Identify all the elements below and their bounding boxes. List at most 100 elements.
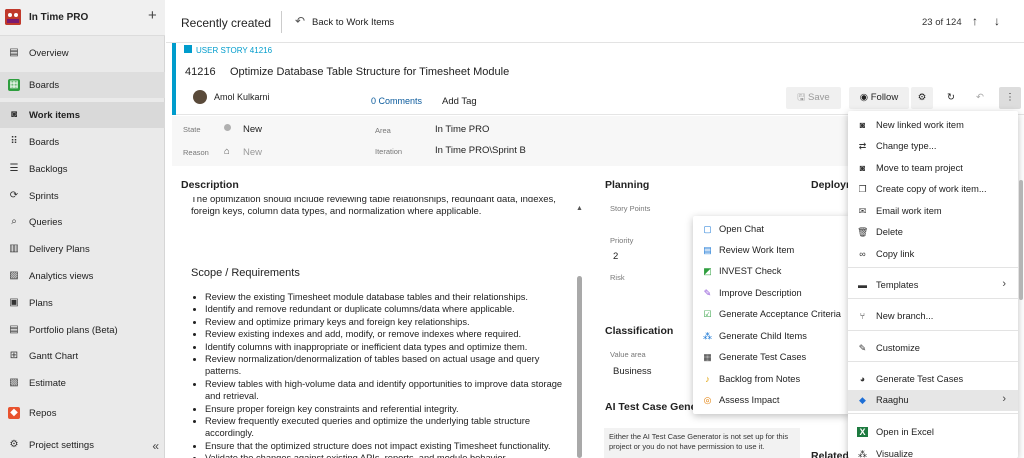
sidebar-item-portfolio[interactable]: ▤ Portfolio plans (Beta) [0, 317, 165, 343]
sidebar-item-work-items[interactable]: ◙ Work items [0, 102, 165, 128]
submenu-item-test-cases[interactable]: ▦ Generate Test Cases [693, 347, 850, 368]
previous-item-arrow-icon[interactable]: ↑ [972, 14, 978, 28]
sidebar-item-label: Plans [29, 298, 53, 309]
refresh-icon[interactable]: ↻ [941, 87, 961, 109]
sidebar-item-backlogs[interactable]: ☰ Backlogs [0, 156, 165, 182]
link-icon: ∞ [859, 249, 866, 259]
submenu-item-invest[interactable]: ◩ INVEST Check [693, 261, 850, 282]
iteration-label: Iteration [375, 147, 403, 156]
submenu-item-chat[interactable]: ▢ Open Chat [693, 219, 850, 240]
menu-item-excel[interactable]: X Open in Excel [848, 422, 1018, 443]
submenu-item-review[interactable]: ▤ Review Work Item [693, 240, 850, 261]
save-button[interactable]: 🖫 Save [786, 87, 841, 109]
submenu-item-label: Generate Child Items [719, 331, 807, 341]
impact-icon: ◎ [703, 395, 712, 405]
sidebar-item-estimate[interactable]: ▧ Estimate [0, 370, 165, 396]
sidebar: In Time PRO + ▤ Overview ▦ Boards ◙ Work item… [0, 0, 165, 458]
submenu-item-label: INVEST Check [719, 266, 782, 276]
sidebar-item-queries[interactable]: ⌕ Queries [0, 209, 165, 235]
scroll-up-icon[interactable]: ▲ [576, 205, 583, 212]
repos-icon: ◆ [8, 407, 20, 419]
submenu-item-child-items[interactable]: ⁂ Generate Child Items [693, 326, 850, 347]
menu-divider [848, 413, 1018, 414]
list-item: Review tables with high-volume data and … [205, 378, 575, 403]
submenu-item-label: Assess Impact [719, 395, 780, 405]
menu-item-move[interactable]: ◙ Move to team project [848, 158, 1018, 179]
iteration-field[interactable]: In Time PRO\Sprint B [435, 145, 526, 156]
menu-item-customize[interactable]: ✎ Customize [848, 338, 1018, 359]
sidebar-item-settings[interactable]: ⚙ Project settings « [0, 432, 165, 458]
project-name[interactable]: In Time PRO [29, 12, 88, 23]
menu-item-visualize[interactable]: ⁂ Visualize [848, 444, 1018, 458]
raaghu-icon: ◆ [859, 395, 866, 405]
planning-heading: Planning [605, 179, 650, 191]
state-field[interactable]: New [243, 124, 262, 135]
work-item-type-accent [172, 43, 176, 115]
submenu-item-acceptance[interactable]: ☑ Generate Acceptance Criteria [693, 304, 850, 325]
undo-icon[interactable]: ↶ [970, 87, 990, 109]
add-project-button[interactable]: + [148, 7, 157, 24]
description-text: The optimization should include reviewin… [191, 197, 556, 217]
templates-icon: ▬ [858, 280, 867, 290]
reason-field[interactable]: New [243, 147, 262, 158]
sidebar-item-gantt[interactable]: ⊞ Gantt Chart [0, 343, 165, 369]
menu-item-copy[interactable]: ❐ Create copy of work item... [848, 179, 1018, 200]
menu-item-delete[interactable]: 🗑 Delete [848, 222, 1018, 243]
menu-item-email[interactable]: ✉ Email work item [848, 201, 1018, 222]
list-item: Review the existing Timesheet module dat… [205, 291, 575, 303]
menu-item-label: Generate Test Cases [876, 374, 964, 384]
follow-button[interactable]: ◉ Follow [849, 87, 909, 109]
page-scrollbar[interactable] [1019, 180, 1023, 300]
menu-divider [848, 267, 1018, 268]
sidebar-item-label: Project settings [29, 440, 94, 451]
invest-icon: ◩ [703, 266, 712, 276]
menu-item-label: Delete [876, 227, 903, 237]
menu-item-raaghu[interactable]: ◆ Raaghu › [848, 390, 1018, 411]
work-item-type: USER STORY 41216 [196, 46, 273, 55]
comments-link[interactable]: 0 Comments [371, 96, 422, 106]
menu-item-new-linked[interactable]: ◙ New linked work item [848, 115, 1018, 136]
collapse-sidebar-icon[interactable]: « [152, 439, 159, 453]
area-field[interactable]: In Time PRO [435, 124, 489, 135]
menu-item-generate[interactable]: ◕ Generate Test Cases [848, 369, 1018, 390]
next-item-arrow-icon[interactable]: ↓ [994, 14, 1000, 28]
back-arrow-icon[interactable]: ↶ [295, 14, 305, 28]
delete-icon: 🗑 [857, 227, 869, 237]
top-bar: Recently created ↶ Back to Work Items 23… [166, 0, 1024, 43]
value-area-field[interactable]: Business [613, 366, 652, 377]
eye-icon: ◉ [859, 92, 871, 103]
priority-field[interactable]: 2 [613, 251, 618, 262]
menu-item-link[interactable]: ∞ Copy link [848, 244, 1018, 265]
recently-created-dropdown[interactable]: Recently created [181, 16, 271, 30]
sidebar-item-sprints[interactable]: ⟳ Sprints [0, 183, 165, 209]
sidebar-item-overview[interactable]: ▤ Overview [0, 40, 165, 66]
project-logo-icon [5, 9, 21, 25]
description-scrollbar[interactable] [577, 276, 582, 458]
gear-icon[interactable]: ⚙ [911, 87, 933, 109]
submenu-item-label: Review Work Item [719, 245, 795, 255]
submenu-item-notes[interactable]: ♪ Backlog from Notes [693, 369, 850, 390]
sidebar-item-boards[interactable]: ▦ Boards [0, 72, 165, 98]
menu-item-change-type[interactable]: ⇄ Change type... [848, 136, 1018, 157]
work-items-icon: ◙ [10, 109, 18, 120]
description-editor[interactable]: The optimization should include reviewin… [181, 197, 586, 458]
submenu-item-improve[interactable]: ✎ Improve Description [693, 283, 850, 304]
assignee[interactable]: Amol Kulkarni [214, 92, 270, 102]
menu-item-templates[interactable]: ▬ Templates › [848, 275, 1018, 296]
menu-item-branch[interactable]: ⑂ New branch... [848, 306, 1018, 327]
sidebar-item-board[interactable]: ⠿ Boards [0, 129, 165, 155]
submenu-item-impact[interactable]: ◎ Assess Impact [693, 390, 850, 411]
sidebar-item-repos[interactable]: ◆ Repos [0, 400, 165, 426]
back-to-work-items-link[interactable]: Back to Work Items [312, 17, 394, 28]
more-actions-icon[interactable]: ⋮ [999, 87, 1021, 109]
sidebar-item-delivery-plans[interactable]: ▥ Delivery Plans [0, 236, 165, 262]
fields-panel [172, 116, 852, 166]
lock-icon: ⌂ [224, 146, 230, 157]
work-item-title[interactable]: Optimize Database Table Structure for Ti… [230, 66, 509, 78]
avatar [193, 90, 207, 104]
add-tag-button[interactable]: Add Tag [442, 96, 477, 107]
divider [281, 11, 282, 33]
ai-test-case-message: Either the AI Test Case Generator is not… [604, 428, 800, 458]
sidebar-item-plans[interactable]: ▣ Plans [0, 290, 165, 316]
sidebar-item-analytics[interactable]: ▨ Analytics views [0, 263, 165, 289]
